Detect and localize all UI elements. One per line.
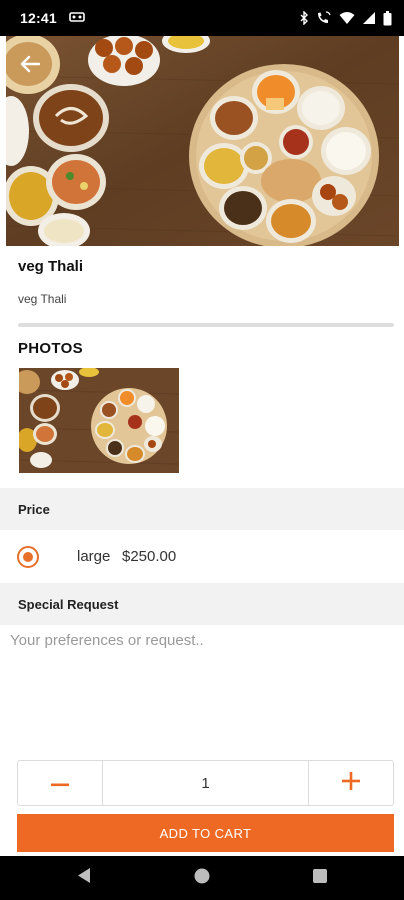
nav-home-icon bbox=[194, 868, 210, 889]
photos-heading: PHOTOS bbox=[18, 340, 83, 357]
price-option-radio[interactable] bbox=[17, 546, 39, 568]
add-to-cart-button[interactable]: ADD TO CART bbox=[17, 814, 394, 852]
status-bar: 12:41 bbox=[0, 0, 404, 36]
increase-quantity-button[interactable] bbox=[308, 761, 393, 805]
quantity-value: 1 bbox=[201, 774, 210, 792]
arrow-left-icon bbox=[20, 55, 41, 78]
special-request-input[interactable] bbox=[10, 632, 394, 742]
system-nav-bar bbox=[0, 856, 404, 900]
special-request-header: Special Request bbox=[0, 583, 404, 625]
quantity-stepper: 1 bbox=[17, 760, 394, 806]
plus-icon bbox=[342, 771, 360, 795]
nav-recents-icon bbox=[312, 868, 328, 889]
price-option-size: large bbox=[77, 548, 111, 565]
hero-image bbox=[6, 36, 399, 246]
price-section-header: Price bbox=[0, 488, 404, 530]
bluetooth-icon bbox=[299, 11, 309, 25]
thali-photo-thumbnail bbox=[19, 368, 179, 473]
cast-icon bbox=[69, 11, 85, 26]
status-time: 12:41 bbox=[20, 10, 57, 26]
radio-selected-dot bbox=[23, 552, 33, 562]
status-icons bbox=[299, 10, 392, 26]
battery-icon bbox=[383, 10, 392, 26]
divider bbox=[18, 323, 394, 327]
item-description: veg Thali bbox=[18, 292, 67, 306]
minus-icon bbox=[51, 774, 69, 792]
back-button[interactable] bbox=[14, 50, 46, 82]
photo-thumbnail[interactable] bbox=[19, 368, 179, 473]
wifi-calling-icon bbox=[316, 11, 332, 25]
nav-back-icon bbox=[76, 867, 92, 889]
nav-recents-button[interactable] bbox=[261, 856, 379, 900]
signal-icon bbox=[362, 11, 376, 25]
thali-platter-photo bbox=[6, 36, 399, 246]
price-option-amount: $250.00 bbox=[122, 548, 177, 565]
wifi-icon bbox=[339, 11, 355, 25]
price-option-row[interactable]: large $250.00 bbox=[0, 535, 404, 579]
nav-back-button[interactable] bbox=[25, 856, 143, 900]
nav-home-button[interactable] bbox=[143, 856, 261, 900]
decrease-quantity-button[interactable] bbox=[18, 761, 103, 805]
item-title: veg Thali bbox=[18, 258, 84, 275]
